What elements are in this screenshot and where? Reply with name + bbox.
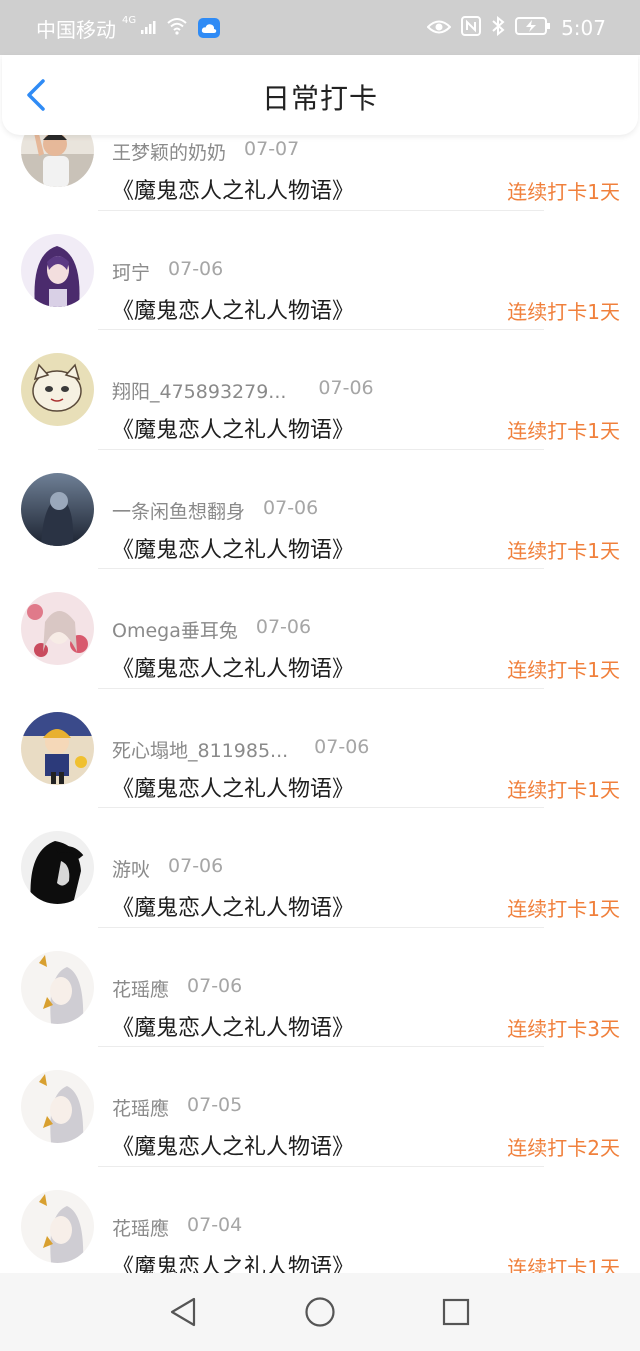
checkin-date: 07-06 bbox=[263, 496, 319, 519]
checkin-date: 07-06 bbox=[168, 257, 224, 280]
checkin-date: 07-06 bbox=[187, 974, 243, 997]
status-bar: 中国移动 4G 5:07 bbox=[0, 0, 640, 55]
username: 一条闲鱼想翻身 bbox=[112, 500, 246, 523]
avatar[interactable] bbox=[21, 950, 94, 1024]
battery-charging-icon bbox=[515, 16, 551, 40]
name-line: 花瑶應 07-05 bbox=[112, 1094, 242, 1122]
username: 珂宁 bbox=[112, 261, 151, 284]
wifi-icon bbox=[166, 16, 188, 40]
streak-label: 连续打卡1天 bbox=[507, 658, 620, 682]
username: 王梦颖的奶奶 bbox=[112, 142, 227, 164]
nfc-icon bbox=[461, 15, 482, 41]
streak-label: 连续打卡3天 bbox=[507, 1016, 620, 1041]
name-line: 花瑶應 07-06 bbox=[112, 975, 242, 1003]
nav-back-button[interactable] bbox=[166, 1295, 200, 1329]
avatar[interactable] bbox=[21, 472, 94, 546]
checkin-date: 07-05 bbox=[187, 1094, 243, 1116]
streak-label: 连续打卡1天 bbox=[507, 180, 620, 204]
book-title: 《魔鬼恋人之礼人物语》 bbox=[112, 418, 355, 443]
book-title: 《魔鬼恋人之礼人物语》 bbox=[112, 179, 355, 204]
name-line: Omega垂耳兔 07-06 bbox=[112, 616, 311, 644]
name-line: 珂宁 07-06 bbox=[112, 258, 223, 286]
book-title: 《魔鬼恋人之礼人物语》 bbox=[112, 298, 355, 324]
network-type: 4G bbox=[122, 14, 137, 26]
name-line: 一条闲鱼想翻身 07-06 bbox=[112, 497, 318, 525]
list-item[interactable]: 花瑶應 07-06 《魔鬼恋人之礼人物语》 连续打卡3天 bbox=[0, 928, 640, 1047]
avatar[interactable] bbox=[21, 592, 94, 665]
list-item[interactable]: 花瑶應 07-05 《魔鬼恋人之礼人物语》 连续打卡2天 bbox=[0, 1047, 640, 1167]
checkin-list: 王梦颖的奶奶 07-07 《魔鬼恋人之礼人物语》 连续打卡1天 珂宁 07-06… bbox=[0, 91, 640, 1286]
streak-label: 连续打卡1天 bbox=[507, 419, 620, 443]
name-line: 游吙 07-06 bbox=[112, 855, 223, 883]
app-header: 日常打卡 bbox=[2, 55, 638, 135]
checkin-date: 07-04 bbox=[187, 1213, 243, 1236]
avatar[interactable] bbox=[21, 711, 94, 785]
name-line: 翔阳_475893279... 07-06 bbox=[112, 377, 374, 405]
avatar[interactable] bbox=[21, 233, 94, 307]
book-title: 《魔鬼恋人之礼人物语》 bbox=[112, 1135, 355, 1160]
checkin-date: 07-07 bbox=[244, 138, 300, 160]
clock-time: 5:07 bbox=[561, 16, 606, 40]
checkin-date: 07-06 bbox=[255, 616, 312, 638]
square-recents-icon bbox=[442, 1298, 470, 1326]
list-item[interactable]: 翔阳_475893279... 07-06 《魔鬼恋人之礼人物语》 连续打卡1天 bbox=[0, 330, 640, 450]
circle-home-icon bbox=[305, 1297, 335, 1327]
list-item[interactable]: Omega垂耳兔 07-06 《魔鬼恋人之礼人物语》 连续打卡1天 bbox=[0, 569, 640, 689]
username: 游吙 bbox=[112, 859, 151, 881]
username: 花瑶應 bbox=[112, 978, 170, 1001]
username: 花瑶應 bbox=[112, 1098, 170, 1120]
page-title: 日常打卡 bbox=[261, 82, 378, 115]
avatar[interactable] bbox=[21, 1070, 94, 1143]
username: 翔阳_475893279... bbox=[112, 381, 287, 403]
streak-label: 连续打卡1天 bbox=[507, 538, 620, 563]
carrier-name: 中国移动 bbox=[36, 17, 116, 42]
avatar[interactable] bbox=[21, 1189, 94, 1263]
book-title: 《魔鬼恋人之礼人物语》 bbox=[112, 776, 355, 802]
book-title: 《魔鬼恋人之礼人物语》 bbox=[112, 1015, 355, 1041]
bluetooth-icon bbox=[491, 15, 505, 41]
list-item[interactable]: 一条闲鱼想翻身 07-06 《魔鬼恋人之礼人物语》 连续打卡1天 bbox=[0, 450, 640, 569]
streak-label: 连续打卡1天 bbox=[507, 897, 620, 921]
name-line: 王梦颖的奶奶 07-07 bbox=[112, 138, 299, 166]
checkin-date: 07-06 bbox=[314, 735, 370, 758]
cloud-icon bbox=[198, 18, 221, 38]
streak-label: 连续打卡2天 bbox=[507, 1136, 620, 1160]
name-line: 花瑶應 07-04 bbox=[112, 1214, 242, 1242]
avatar[interactable] bbox=[21, 353, 94, 426]
list-item[interactable]: 珂宁 07-06 《魔鬼恋人之礼人物语》 连续打卡1天 bbox=[0, 211, 640, 330]
status-left: 中国移动 4G bbox=[36, 14, 221, 42]
system-nav-bar bbox=[0, 1273, 640, 1351]
list-item[interactable]: 花瑶應 07-04 《魔鬼恋人之礼人物语》 连续打卡1天 bbox=[0, 1167, 640, 1287]
book-title: 《魔鬼恋人之礼人物语》 bbox=[112, 896, 355, 921]
book-title: 《魔鬼恋人之礼人物语》 bbox=[112, 537, 355, 563]
username: Omega垂耳兔 bbox=[112, 620, 238, 642]
signal-icon bbox=[140, 16, 156, 40]
book-title: 《魔鬼恋人之礼人物语》 bbox=[112, 657, 355, 682]
nav-recents-button[interactable] bbox=[439, 1295, 473, 1329]
status-right: 5:07 bbox=[426, 14, 606, 42]
nav-home-button[interactable] bbox=[303, 1295, 337, 1329]
triangle-back-icon bbox=[170, 1297, 196, 1327]
checkin-date: 07-06 bbox=[318, 377, 374, 399]
username: 花瑶應 bbox=[112, 1217, 170, 1240]
avatar[interactable] bbox=[21, 831, 94, 904]
name-line: 死心塌地_811985... 07-06 bbox=[112, 736, 369, 764]
list-item[interactable]: 游吙 07-06 《魔鬼恋人之礼人物语》 连续打卡1天 bbox=[0, 808, 640, 928]
eye-icon bbox=[426, 16, 452, 40]
checkin-date: 07-06 bbox=[168, 855, 224, 877]
list-item[interactable]: 死心塌地_811985... 07-06 《魔鬼恋人之礼人物语》 连续打卡1天 bbox=[0, 689, 640, 808]
username: 死心塌地_811985... bbox=[112, 739, 289, 762]
streak-label: 连续打卡1天 bbox=[507, 299, 620, 324]
streak-label: 连续打卡1天 bbox=[507, 777, 620, 802]
